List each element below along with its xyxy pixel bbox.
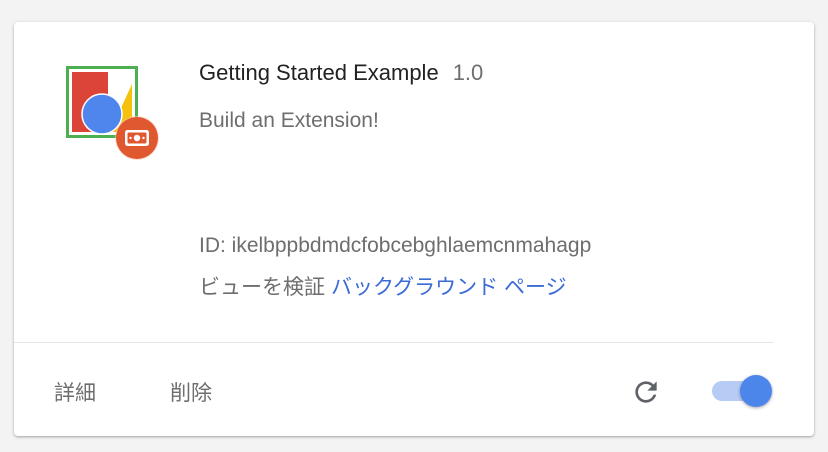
enable-toggle[interactable] <box>712 374 776 408</box>
icon-blue-circle <box>81 93 123 135</box>
card-divider <box>14 342 774 343</box>
extension-id: ID: ikelbppbdmdcfobcebghlaemcnmahagp <box>199 234 592 257</box>
inspect-views-row: ビューを検証 バックグラウンド ページ <box>199 271 567 301</box>
extension-name: Getting Started Example <box>199 60 439 85</box>
extension-description: Build an Extension! <box>199 109 379 132</box>
reload-icon[interactable] <box>630 376 662 408</box>
extension-card: Getting Started Example 1.0 Build an Exte… <box>14 22 814 436</box>
details-button[interactable]: 詳細 <box>54 377 96 407</box>
background-page-link[interactable]: バックグラウンド ページ <box>331 276 567 299</box>
extension-icon <box>66 66 159 160</box>
extension-title-row: Getting Started Example 1.0 <box>199 60 483 86</box>
unpacked-badge-icon <box>115 116 159 160</box>
extension-version: 1.0 <box>452 60 484 85</box>
inspect-views-label: ビューを検証 <box>199 276 325 299</box>
toggle-knob <box>740 375 772 407</box>
remove-button[interactable]: 削除 <box>170 377 212 407</box>
